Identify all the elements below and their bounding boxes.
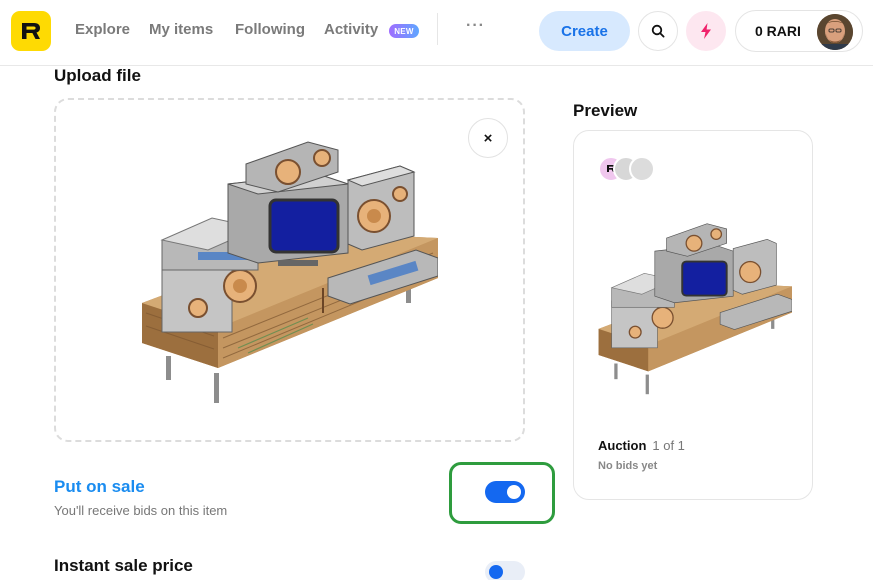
auction-label: Auction xyxy=(598,438,647,453)
new-badge: NEW xyxy=(389,24,419,38)
top-navigation-bar: Explore My items Following Activity NEW … xyxy=(0,0,873,66)
bids-status: No bids yet xyxy=(598,460,658,472)
auction-info: Auction 1 of 1 xyxy=(598,438,685,453)
upload-dropzone[interactable]: × xyxy=(54,98,525,442)
balance-label: 0 RARI xyxy=(755,23,801,39)
more-menu-icon[interactable]: ··· xyxy=(466,17,485,35)
preview-artwork xyxy=(598,223,792,395)
preview-card: Auction 1 of 1 No bids yet xyxy=(573,130,813,500)
create-button[interactable]: Create xyxy=(539,11,630,51)
remove-file-button[interactable]: × xyxy=(468,118,508,158)
put-on-sale-subtitle: You'll receive bids on this item xyxy=(54,503,228,518)
rarible-logo[interactable] xyxy=(11,11,51,51)
put-on-sale-toggle[interactable] xyxy=(485,481,525,503)
preview-title: Preview xyxy=(573,101,638,120)
notifications-button[interactable] xyxy=(686,11,726,51)
nav-divider xyxy=(437,13,438,45)
upload-file-title: Upload file xyxy=(54,66,141,85)
toggle-knob xyxy=(489,565,503,579)
search-icon xyxy=(651,24,665,38)
instant-sale-toggle[interactable] xyxy=(485,561,525,580)
user-avatar xyxy=(817,14,853,50)
nav-explore[interactable]: Explore xyxy=(75,21,130,38)
nav-activity[interactable]: Activity xyxy=(324,21,378,38)
uploaded-artwork xyxy=(142,141,438,403)
auction-count: 1 of 1 xyxy=(652,438,685,453)
search-button[interactable] xyxy=(638,11,678,51)
instant-sale-title: Instant sale price xyxy=(54,556,193,575)
collection-avatar xyxy=(629,156,655,182)
logo-r-icon xyxy=(22,23,40,39)
nav-following[interactable]: Following xyxy=(235,21,305,38)
put-on-sale-title: Put on sale xyxy=(54,477,145,496)
toggle-knob xyxy=(507,485,521,499)
lightning-bolt-icon xyxy=(701,23,711,39)
account-button[interactable]: 0 RARI xyxy=(735,10,863,52)
nav-my-items[interactable]: My items xyxy=(149,21,213,38)
